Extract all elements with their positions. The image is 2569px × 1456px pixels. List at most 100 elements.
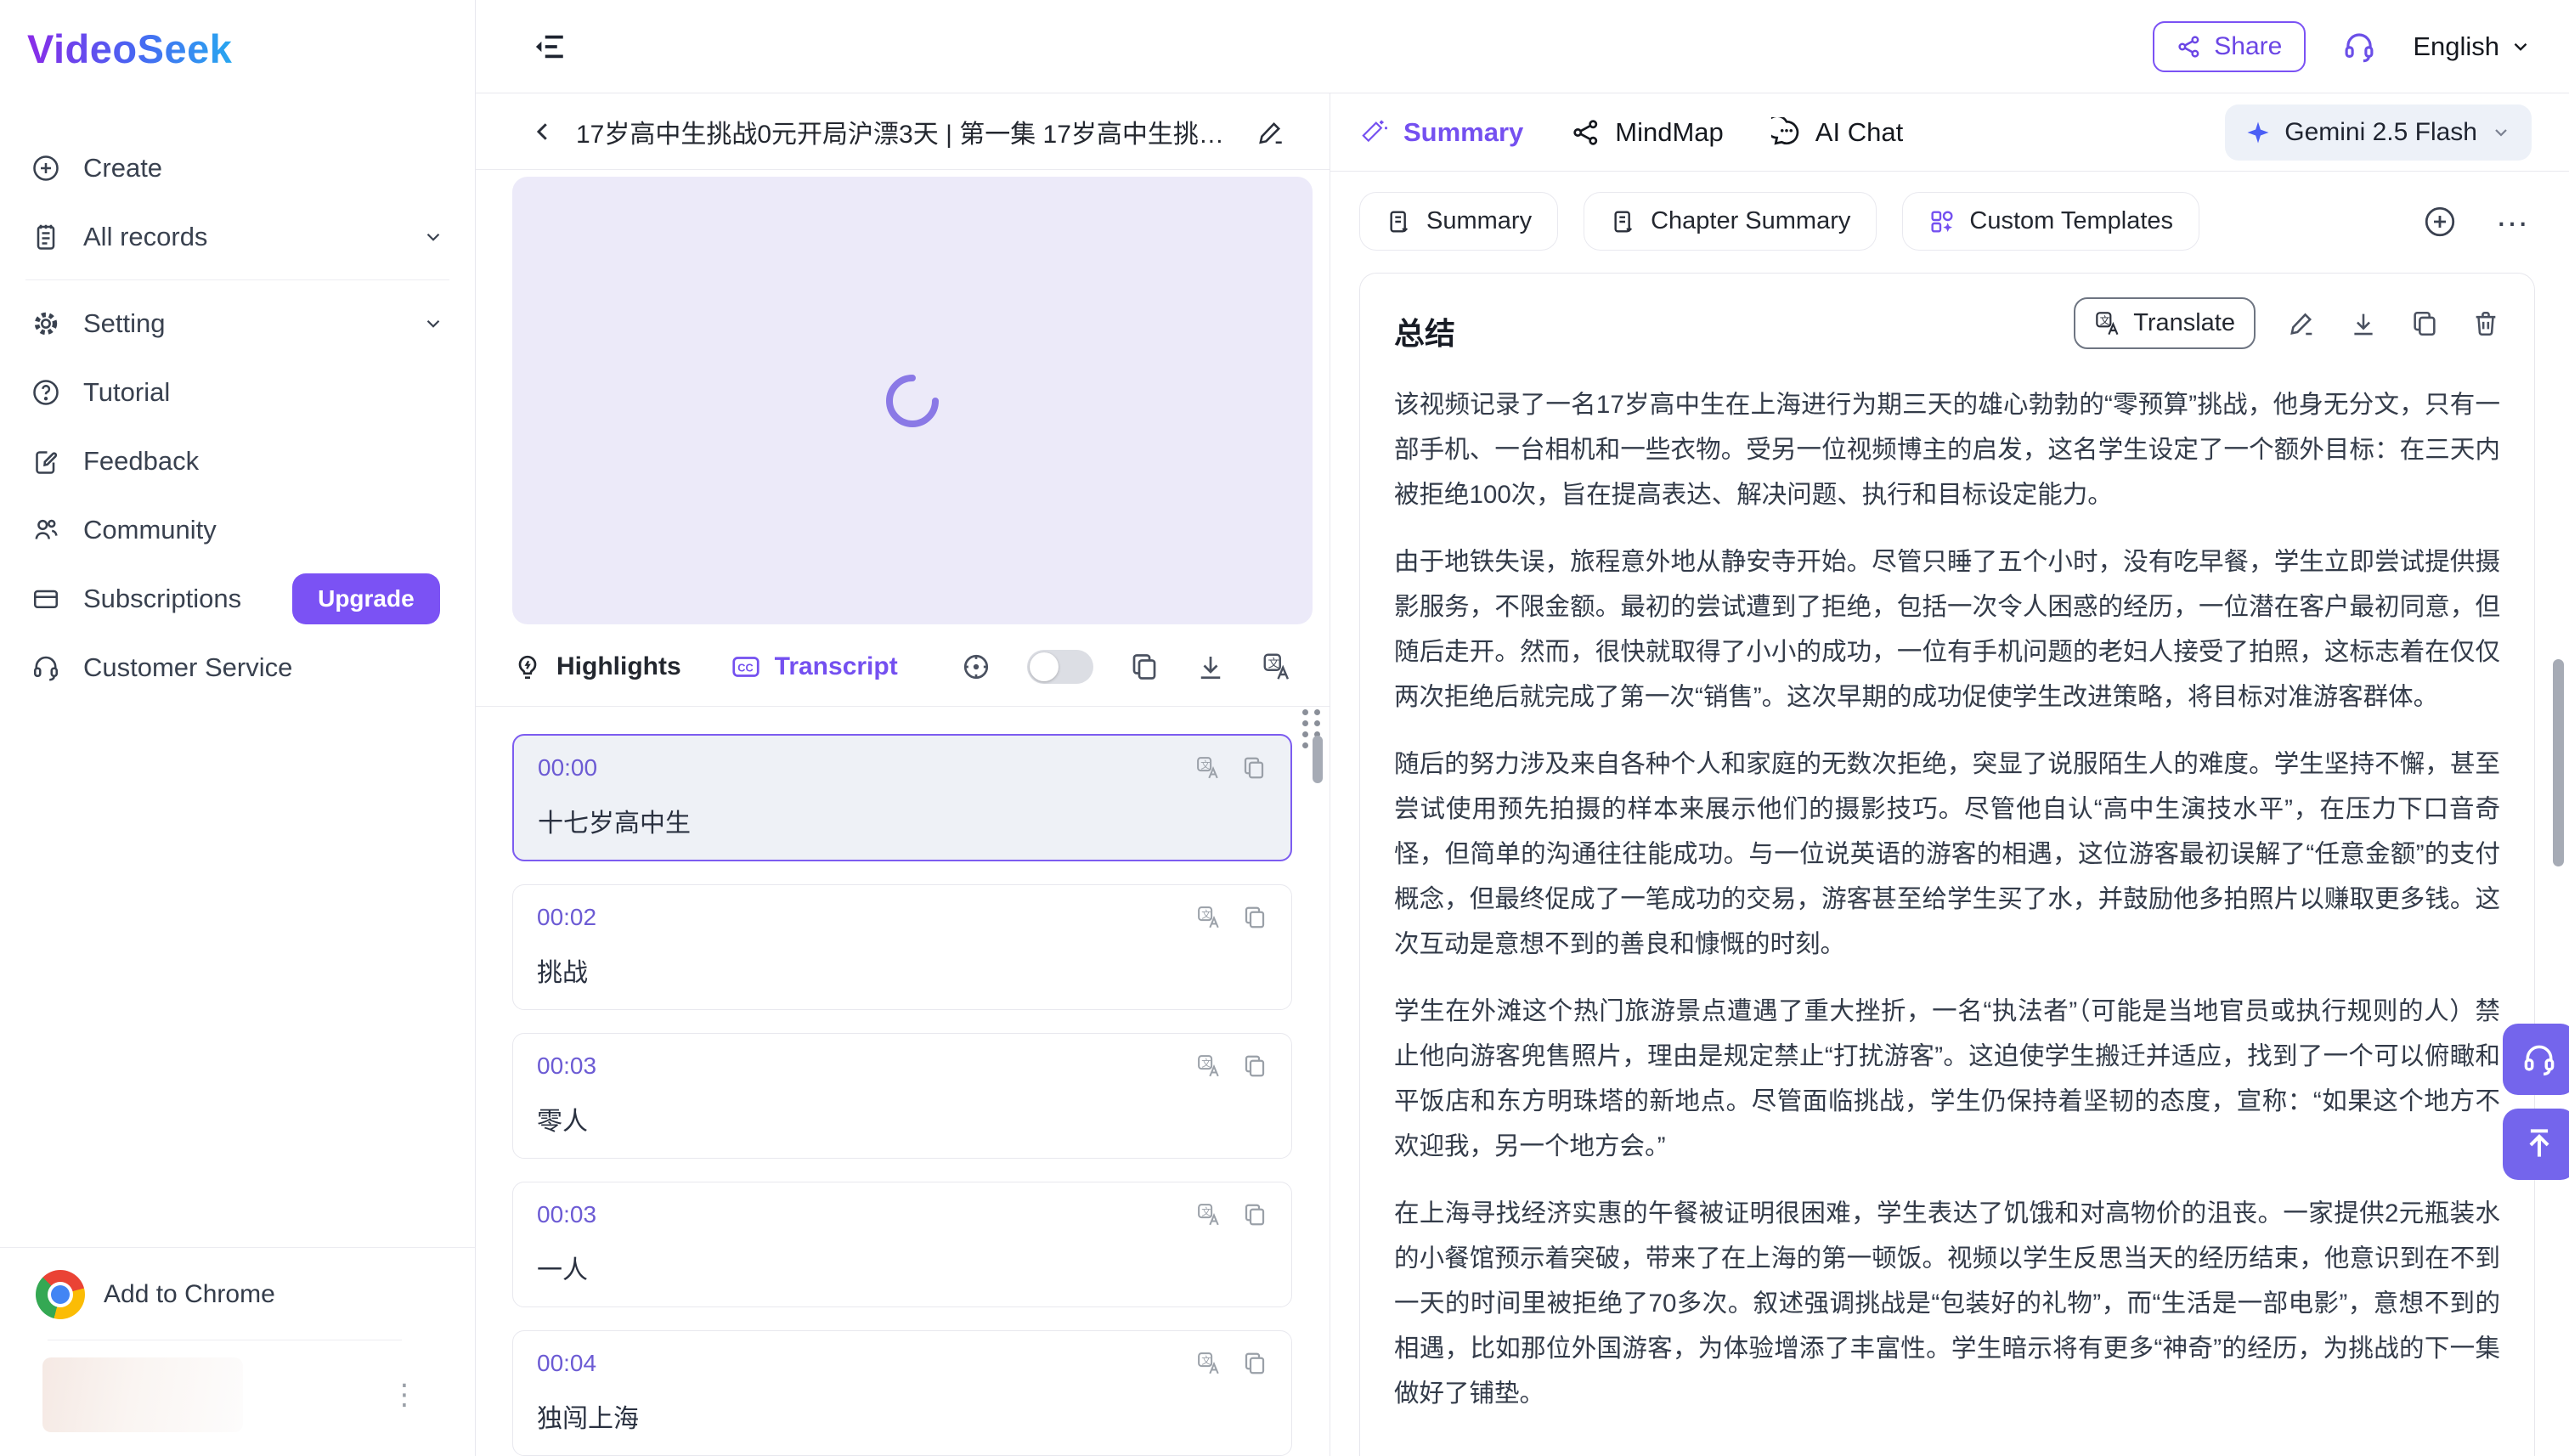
custom-templates-button[interactable]: Custom Templates <box>1902 192 2199 251</box>
trash-icon[interactable] <box>2471 309 2500 338</box>
support-float-button[interactable] <box>2503 1024 2569 1095</box>
videoseek-logo: VideoSeek <box>27 25 232 72</box>
transcript-text: 挑战 <box>537 951 1268 989</box>
edit-icon[interactable] <box>2288 309 2317 338</box>
add-to-chrome[interactable]: Add to Chrome <box>0 1248 475 1340</box>
template-tools: … <box>2422 204 2532 240</box>
download-icon[interactable] <box>2349 309 2378 338</box>
copy-icon[interactable] <box>2410 309 2439 338</box>
tab-highlights[interactable]: Highlights <box>512 652 681 682</box>
sidebar-item-setting[interactable]: Setting <box>24 289 451 358</box>
transcript-item[interactable]: 00:00 文 十七岁高中生 <box>512 734 1292 861</box>
video-titlebar: 17岁高中生挑战0元开局沪漂3天 | 第一集 17岁高中生挑战0元开... <box>476 93 1330 170</box>
magic-wand-icon <box>1359 117 1390 148</box>
summary-paragraph: 由于地铁失误，旅程意外地从静安寺开始。尽管只睡了五个小时，没有吃早餐，学生立即尝… <box>1394 539 2500 720</box>
locate-icon[interactable] <box>961 652 991 682</box>
translate-icon[interactable]: 文 <box>1196 1202 1222 1227</box>
tab-transcript[interactable]: CC Transcript <box>731 652 898 682</box>
summary-scrollbar[interactable] <box>2553 659 2564 866</box>
tab-mindmap[interactable]: MindMap <box>1571 117 1724 148</box>
summary-card-header: 总结 文 Translate <box>1394 297 2500 353</box>
sidebar: VideoSeek Create All records Setting Tut… <box>0 0 476 1456</box>
gear-icon <box>31 308 61 339</box>
share-button[interactable]: Share <box>2153 21 2306 72</box>
sidebar-item-tutorial[interactable]: Tutorial <box>24 358 451 426</box>
copy-icon[interactable] <box>1242 905 1268 930</box>
model-selector[interactable]: Gemini 2.5 Flash <box>2225 104 2532 161</box>
translate-button[interactable]: 文 Translate <box>2074 297 2256 349</box>
sidebar-item-label: Customer Service <box>83 652 292 683</box>
language-selector[interactable]: English <box>2413 31 2532 62</box>
edit-title-icon[interactable] <box>1256 117 1285 146</box>
copy-icon[interactable] <box>1242 1351 1268 1376</box>
translate-icon[interactable]: 文 <box>1196 1053 1222 1079</box>
card-icon <box>31 584 61 614</box>
sidebar-item-customer-service[interactable]: Customer Service <box>24 633 451 702</box>
summary-card: 总结 文 Translate 该视频 <box>1359 273 2535 1456</box>
copy-icon[interactable] <box>1242 1202 1268 1227</box>
timestamp[interactable]: 00:00 <box>538 754 597 782</box>
share-label: Share <box>2214 32 2282 61</box>
autoscroll-toggle[interactable] <box>1027 650 1093 684</box>
transcript-item[interactable]: 00:04 文 独闯上海 <box>512 1330 1292 1456</box>
copy-icon[interactable] <box>1129 652 1160 682</box>
add-template-icon[interactable] <box>2422 204 2458 240</box>
translate-icon[interactable]: 文 <box>1262 652 1292 682</box>
timestamp[interactable]: 00:02 <box>537 904 596 931</box>
transcript-item[interactable]: 00:03 文 一人 <box>512 1182 1292 1307</box>
summary-section-title: 总结 <box>1394 309 1455 353</box>
timestamp[interactable]: 00:03 <box>537 1052 596 1080</box>
translate-icon[interactable]: 文 <box>1195 755 1221 781</box>
video-title: 17岁高中生挑战0元开局沪漂3天 | 第一集 17岁高中生挑战0元开... <box>576 113 1236 150</box>
summary-paragraph: 学生在外滩这个热门旅游景点遭遇了重大挫折，一名“执法者”（可能是当地官员或执行规… <box>1394 989 2500 1169</box>
highlights-bulb-icon <box>512 652 543 682</box>
support-headset-icon[interactable] <box>2341 29 2377 65</box>
transcript-scrollbar[interactable] <box>1313 736 1323 783</box>
video-player[interactable] <box>512 177 1313 624</box>
translate-icon[interactable]: 文 <box>1196 905 1222 930</box>
summary-tools: 文 Translate <box>2074 297 2500 349</box>
custom-templates-icon <box>1928 208 1956 235</box>
sidebar-item-feedback[interactable]: Feedback <box>24 426 451 495</box>
community-icon <box>31 515 61 545</box>
sidebar-item-label: Tutorial <box>83 377 170 408</box>
sidebar-item-subscriptions[interactable]: Subscriptions Upgrade <box>24 564 451 633</box>
sidebar-item-community[interactable]: Community <box>24 495 451 564</box>
kebab-menu-icon[interactable]: ⋮ <box>390 1387 415 1403</box>
copy-icon[interactable] <box>1242 1053 1268 1079</box>
back-to-top-button[interactable] <box>2503 1109 2569 1180</box>
sparkle-icon <box>2245 120 2271 145</box>
plus-circle-icon <box>31 153 61 183</box>
download-icon[interactable] <box>1195 652 1226 682</box>
arrow-up-icon <box>2521 1126 2558 1163</box>
chevron-down-icon <box>422 226 444 248</box>
timestamp[interactable]: 00:03 <box>537 1201 596 1228</box>
sidebar-item-all-records[interactable]: All records <box>24 202 451 271</box>
transcript-controls: Highlights CC Transcript 文 <box>476 624 1330 707</box>
summary-paragraph: 随后的努力涉及来自各种个人和家庭的无数次拒绝，突显了说服陌生人的难度。学生坚持不… <box>1394 742 2500 967</box>
timestamp[interactable]: 00:04 <box>537 1350 596 1377</box>
template-label: Chapter Summary <box>1651 207 1850 235</box>
more-options-icon[interactable]: … <box>2495 206 2532 237</box>
summary-template-button[interactable]: Summary <box>1359 192 1558 251</box>
chevron-down-icon <box>2510 36 2532 58</box>
transcript-item[interactable]: 00:02 文 挑战 <box>512 884 1292 1010</box>
translate-label: Translate <box>2133 309 2235 337</box>
sidebar-item-create[interactable]: Create <box>24 133 451 202</box>
tab-summary[interactable]: Summary <box>1359 117 1523 148</box>
back-icon[interactable] <box>530 119 556 144</box>
headset-icon <box>2521 1041 2558 1078</box>
main-area: Share English 17岁高中生挑战0元开局沪漂3天 | 第一集 17岁… <box>476 0 2569 1456</box>
chat-bubble-icon <box>1771 117 1802 148</box>
upgrade-button[interactable]: Upgrade <box>292 573 440 624</box>
collapse-sidebar-icon[interactable] <box>532 29 567 65</box>
share-icon <box>2177 34 2202 59</box>
transcript-item[interactable]: 00:03 文 零人 <box>512 1033 1292 1159</box>
mindmap-icon <box>1571 117 1601 148</box>
chapter-summary-template-button[interactable]: Chapter Summary <box>1584 192 1877 251</box>
translate-icon[interactable]: 文 <box>1196 1351 1222 1376</box>
svg-text:文: 文 <box>1200 759 1210 770</box>
tab-ai-chat[interactable]: AI Chat <box>1771 117 1903 148</box>
sidebar-item-label: Feedback <box>83 446 199 477</box>
copy-icon[interactable] <box>1241 755 1267 781</box>
